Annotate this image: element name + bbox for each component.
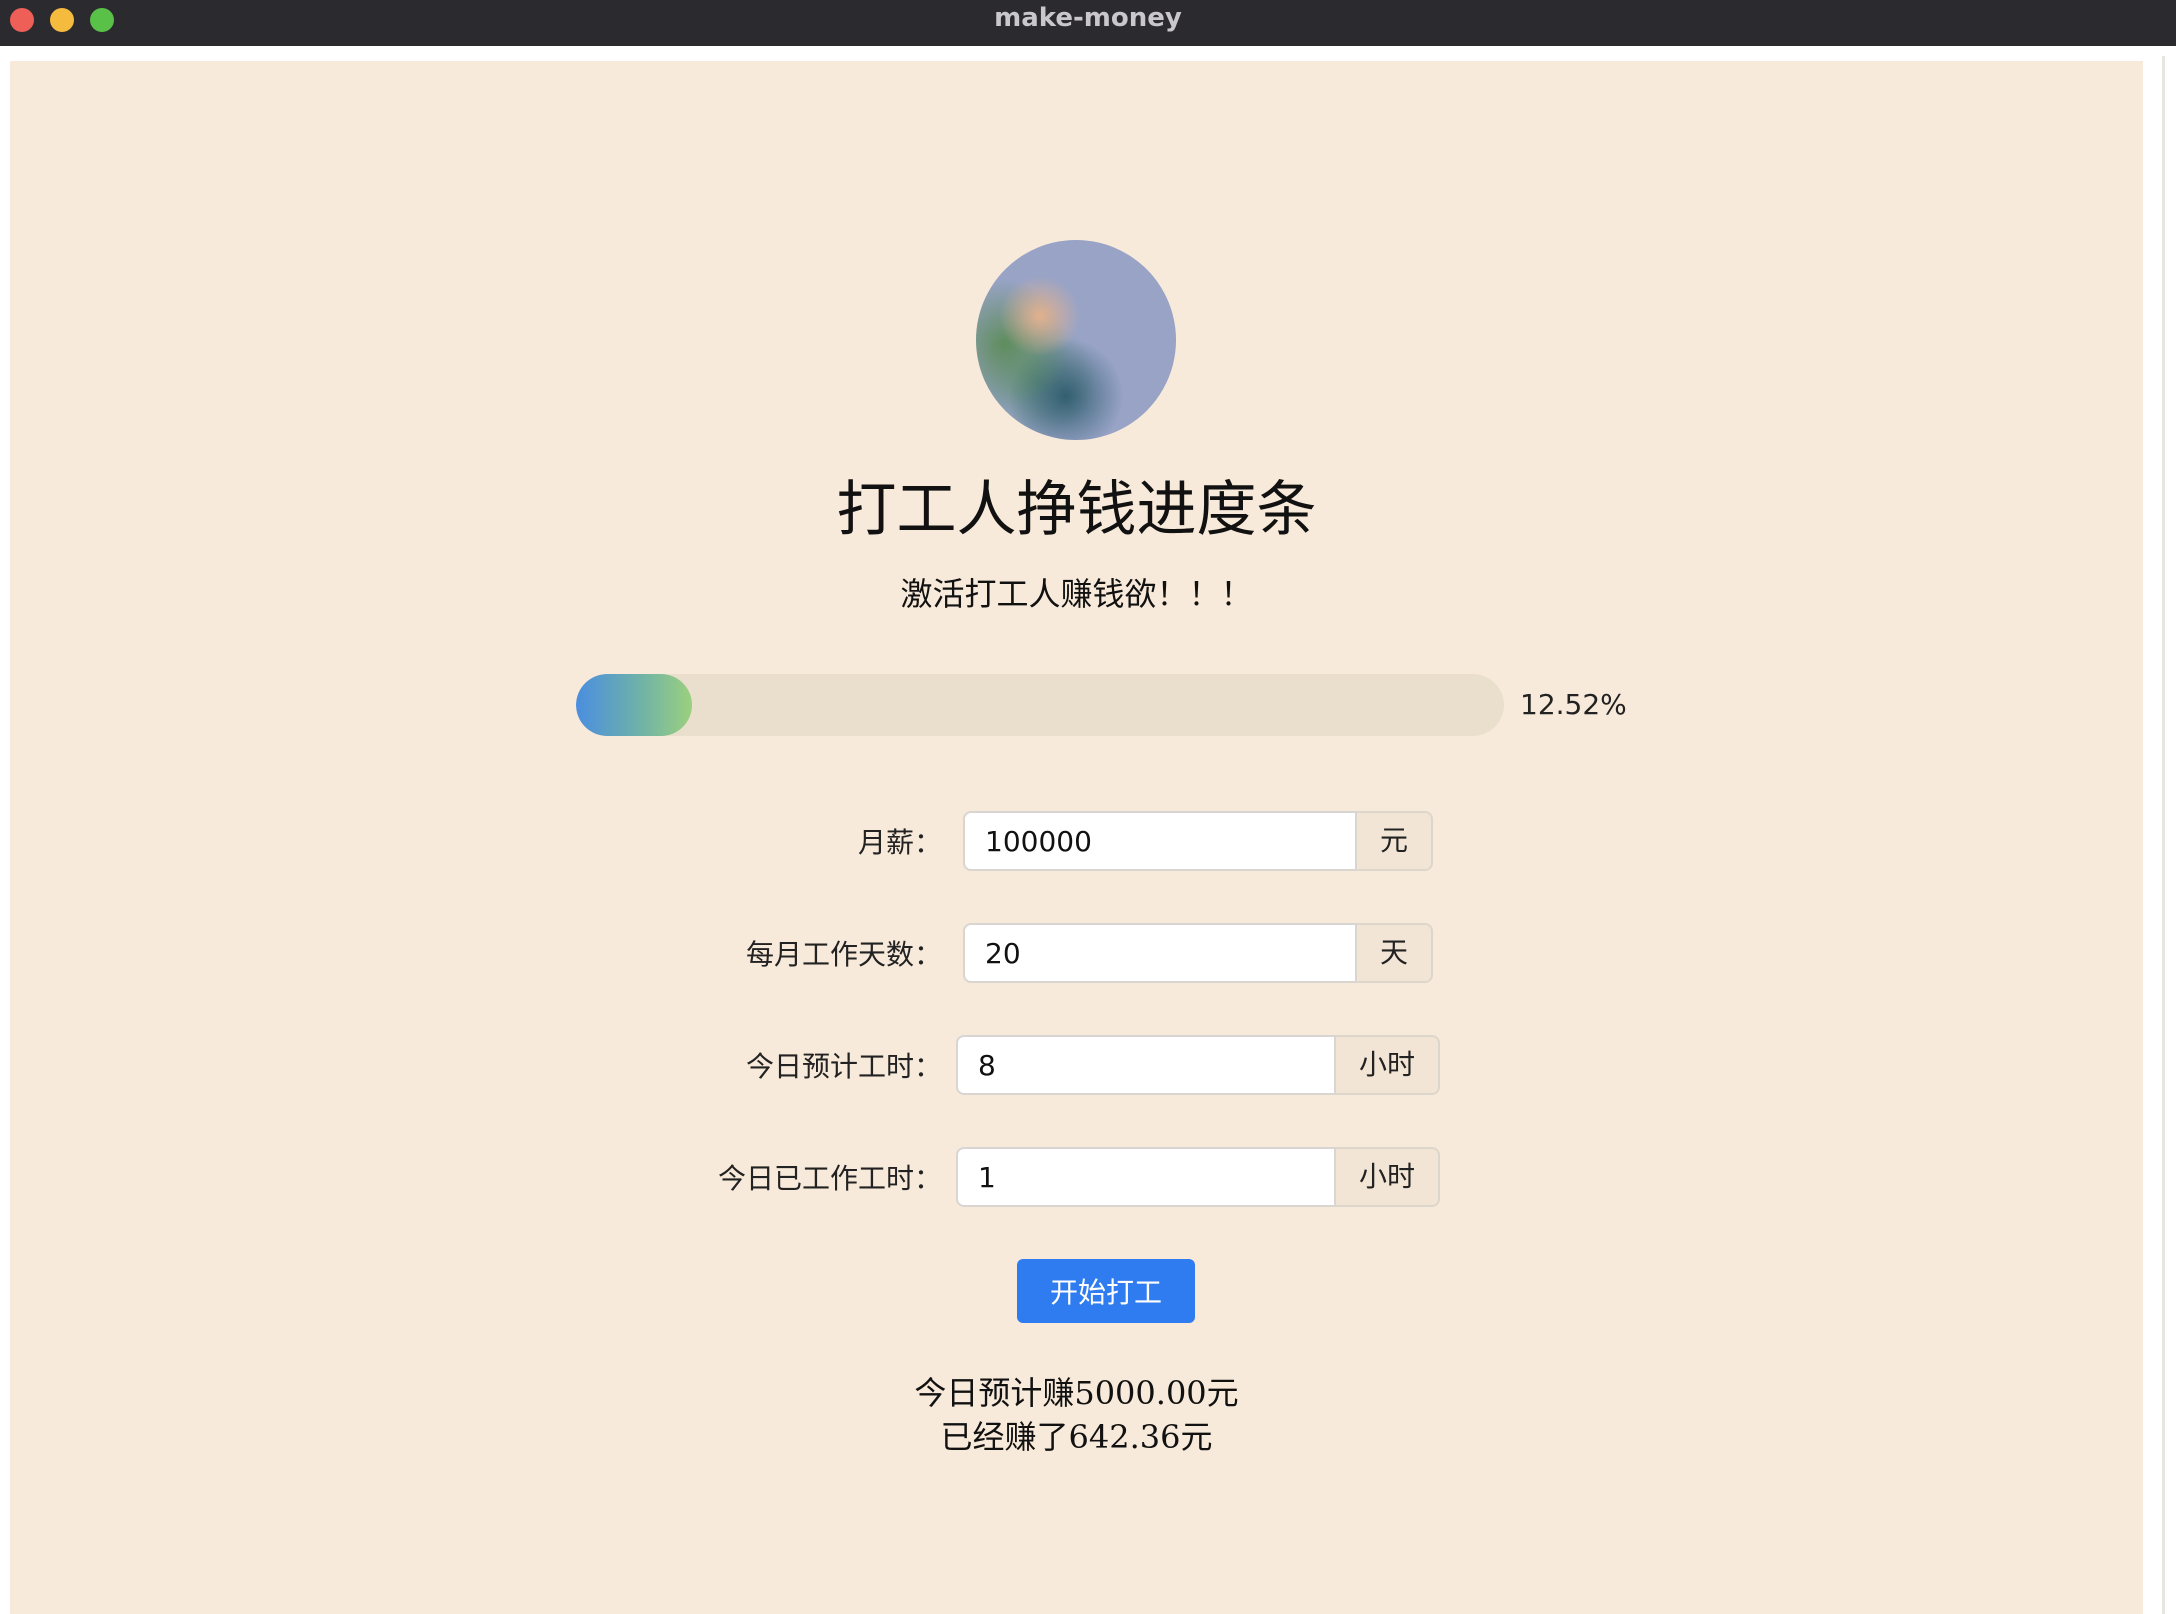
window-title: make-money — [994, 3, 1182, 33]
work-days-input[interactable] — [963, 923, 1357, 983]
planned-hours-row: 今日预计工时： 小时 — [0, 1035, 2176, 1099]
progress-bar — [576, 674, 1504, 736]
earned-amount-text: 已经赚了642.36元 — [940, 1418, 1213, 1456]
monthly-salary-label: 月薪： — [857, 826, 942, 859]
worked-hours-label: 今日已工作工时： — [717, 1162, 942, 1195]
work-days-row: 每月工作天数： 天 — [0, 923, 2176, 987]
planned-hours-unit: 小时 — [1336, 1035, 1440, 1095]
page-title: 打工人挣钱进度条 — [836, 475, 1317, 545]
page-subtitle: 激活打工人赚钱欲！！！ — [900, 575, 1253, 613]
planned-hours-input[interactable] — [956, 1035, 1336, 1095]
start-work-button[interactable]: 开始打工 — [1017, 1259, 1195, 1323]
planned-hours-label: 今日预计工时： — [745, 1050, 942, 1083]
avatar — [976, 240, 1176, 440]
work-days-label: 每月工作天数： — [745, 938, 942, 971]
expected-earnings-text: 今日预计赚5000.00元 — [914, 1374, 1239, 1412]
work-days-unit: 天 — [1357, 923, 1433, 983]
worked-hours-unit: 小时 — [1336, 1147, 1440, 1207]
progress-percent-label: 12.52% — [1520, 688, 1627, 721]
monthly-salary-input[interactable] — [963, 811, 1357, 871]
worked-hours-row: 今日已工作工时： 小时 — [0, 1147, 2176, 1211]
monthly-salary-unit: 元 — [1357, 811, 1433, 871]
window-titlebar: make-money — [0, 0, 2176, 46]
worked-hours-input[interactable] — [956, 1147, 1336, 1207]
progress-bar-fill — [576, 674, 693, 736]
monthly-salary-row: 月薪： 元 — [0, 811, 2176, 875]
